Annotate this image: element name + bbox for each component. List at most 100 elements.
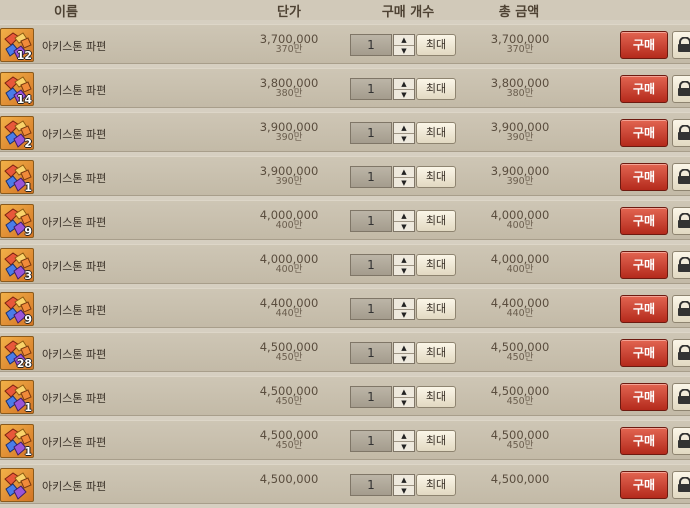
arkstone-fragment-icon[interactable]: 14 [0,72,34,106]
item-name: 아키스톤 파편 [42,348,107,361]
arrow-up-icon[interactable]: ▲ [394,343,414,354]
max-quantity-button[interactable]: 최대 [416,342,456,364]
lock-button[interactable] [672,295,690,323]
arrow-down-icon[interactable]: ▼ [394,178,414,188]
buy-button[interactable]: 구매 [620,75,668,103]
quantity-input[interactable]: 1 [350,78,392,100]
lock-icon [678,389,690,404]
max-quantity-button[interactable]: 최대 [416,386,456,408]
arkstone-fragment-icon[interactable]: 1 [0,424,34,458]
quantity-input[interactable]: 1 [350,298,392,320]
arrow-up-icon[interactable]: ▲ [394,211,414,222]
arrow-down-icon[interactable]: ▼ [394,486,414,496]
item-name: 아키스톤 파편 [42,40,107,53]
arkstone-fragment-icon[interactable]: 9 [0,204,34,238]
max-quantity-button[interactable]: 최대 [416,474,456,496]
arrow-up-icon[interactable]: ▲ [394,299,414,310]
arrow-down-icon[interactable]: ▼ [394,266,414,276]
quantity-stepper[interactable]: ▲ ▼ [393,254,415,276]
max-quantity-button[interactable]: 최대 [416,254,456,276]
quantity-input[interactable]: 1 [350,386,392,408]
quantity-stepper[interactable]: ▲ ▼ [393,474,415,496]
quantity-stepper[interactable]: ▲ ▼ [393,122,415,144]
lock-icon [678,169,690,184]
quantity-input[interactable]: 1 [350,210,392,232]
quantity-input[interactable]: 1 [350,254,392,276]
item-stack-count: 12 [16,49,32,62]
quantity-input[interactable]: 1 [350,430,392,452]
lock-button[interactable] [672,163,690,191]
max-quantity-button[interactable]: 최대 [416,166,456,188]
arkstone-fragment-icon[interactable]: 12 [0,28,34,62]
quantity-input[interactable]: 1 [350,474,392,496]
quantity-stepper[interactable]: ▲ ▼ [393,78,415,100]
arrow-down-icon[interactable]: ▼ [394,222,414,232]
lock-button[interactable] [672,75,690,103]
arrow-down-icon[interactable]: ▼ [394,354,414,364]
buy-button[interactable]: 구매 [620,31,668,59]
unit-price-short: 390만 [275,132,303,143]
buy-button[interactable]: 구매 [620,251,668,279]
arrow-down-icon[interactable]: ▼ [394,90,414,100]
max-quantity-button[interactable]: 최대 [416,210,456,232]
arrow-down-icon[interactable]: ▼ [394,134,414,144]
arrow-up-icon[interactable]: ▲ [394,167,414,178]
unit-price: 4,500,000 450만 [249,421,329,451]
buy-button[interactable]: 구매 [620,295,668,323]
arrow-up-icon[interactable]: ▲ [394,35,414,46]
quantity-stepper[interactable]: ▲ ▼ [393,386,415,408]
lock-button[interactable] [672,119,690,147]
arkstone-fragment-icon[interactable]: 1 [0,160,34,194]
quantity-stepper[interactable]: ▲ ▼ [393,342,415,364]
max-quantity-button[interactable]: 최대 [416,78,456,100]
arrow-up-icon[interactable]: ▲ [394,123,414,134]
arrow-up-icon[interactable]: ▲ [394,387,414,398]
quantity-stepper[interactable]: ▲ ▼ [393,166,415,188]
arrow-up-icon[interactable]: ▲ [394,79,414,90]
arrow-down-icon[interactable]: ▼ [394,398,414,408]
lock-button[interactable] [672,31,690,59]
buy-button[interactable]: 구매 [620,207,668,235]
quantity-stepper[interactable]: ▲ ▼ [393,34,415,56]
unit-price-column-header: 단가 [277,5,301,20]
arrow-down-icon[interactable]: ▼ [394,46,414,56]
quantity-stepper[interactable]: ▲ ▼ [393,430,415,452]
quantity-input[interactable]: 1 [350,166,392,188]
quantity-input[interactable]: 1 [350,122,392,144]
arrow-up-icon[interactable]: ▲ [394,475,414,486]
lock-button[interactable] [672,471,690,499]
quantity-stepper[interactable]: ▲ ▼ [393,298,415,320]
arrow-up-icon[interactable]: ▲ [394,255,414,266]
max-quantity-button[interactable]: 최대 [416,430,456,452]
arkstone-fragment-icon[interactable]: 9 [0,292,34,326]
arkstone-fragment-icon[interactable] [0,468,34,502]
unit-price-short: 400만 [275,264,303,275]
arkstone-fragment-icon[interactable]: 1 [0,380,34,414]
buy-button[interactable]: 구매 [620,471,668,499]
arkstone-fragment-icon[interactable]: 28 [0,336,34,370]
max-quantity-button[interactable]: 최대 [416,34,456,56]
table-row: 2 아키스톤 파편 3,900,000 390만 1 ▲ ▼ 최대 3,900,… [0,112,690,152]
arkstone-fragment-icon[interactable]: 2 [0,116,34,150]
arkstone-fragment-icon[interactable]: 3 [0,248,34,282]
max-quantity-button[interactable]: 최대 [416,122,456,144]
arrow-up-icon[interactable]: ▲ [394,431,414,442]
lock-button[interactable] [672,207,690,235]
max-quantity-button[interactable]: 최대 [416,298,456,320]
quantity-input[interactable]: 1 [350,342,392,364]
lock-button[interactable] [672,427,690,455]
buy-button[interactable]: 구매 [620,383,668,411]
arrow-down-icon[interactable]: ▼ [394,442,414,452]
quantity-input[interactable]: 1 [350,34,392,56]
buy-button[interactable]: 구매 [620,427,668,455]
lock-button[interactable] [672,339,690,367]
buy-button[interactable]: 구매 [620,339,668,367]
arrow-down-icon[interactable]: ▼ [394,310,414,320]
quantity-stepper[interactable]: ▲ ▼ [393,210,415,232]
lock-button[interactable] [672,383,690,411]
lock-button[interactable] [672,251,690,279]
buy-button[interactable]: 구매 [620,163,668,191]
buy-button[interactable]: 구매 [620,119,668,147]
table-row: 1 아키스톤 파편 3,900,000 390만 1 ▲ ▼ 최대 3,900,… [0,156,690,196]
lock-icon [678,125,690,140]
